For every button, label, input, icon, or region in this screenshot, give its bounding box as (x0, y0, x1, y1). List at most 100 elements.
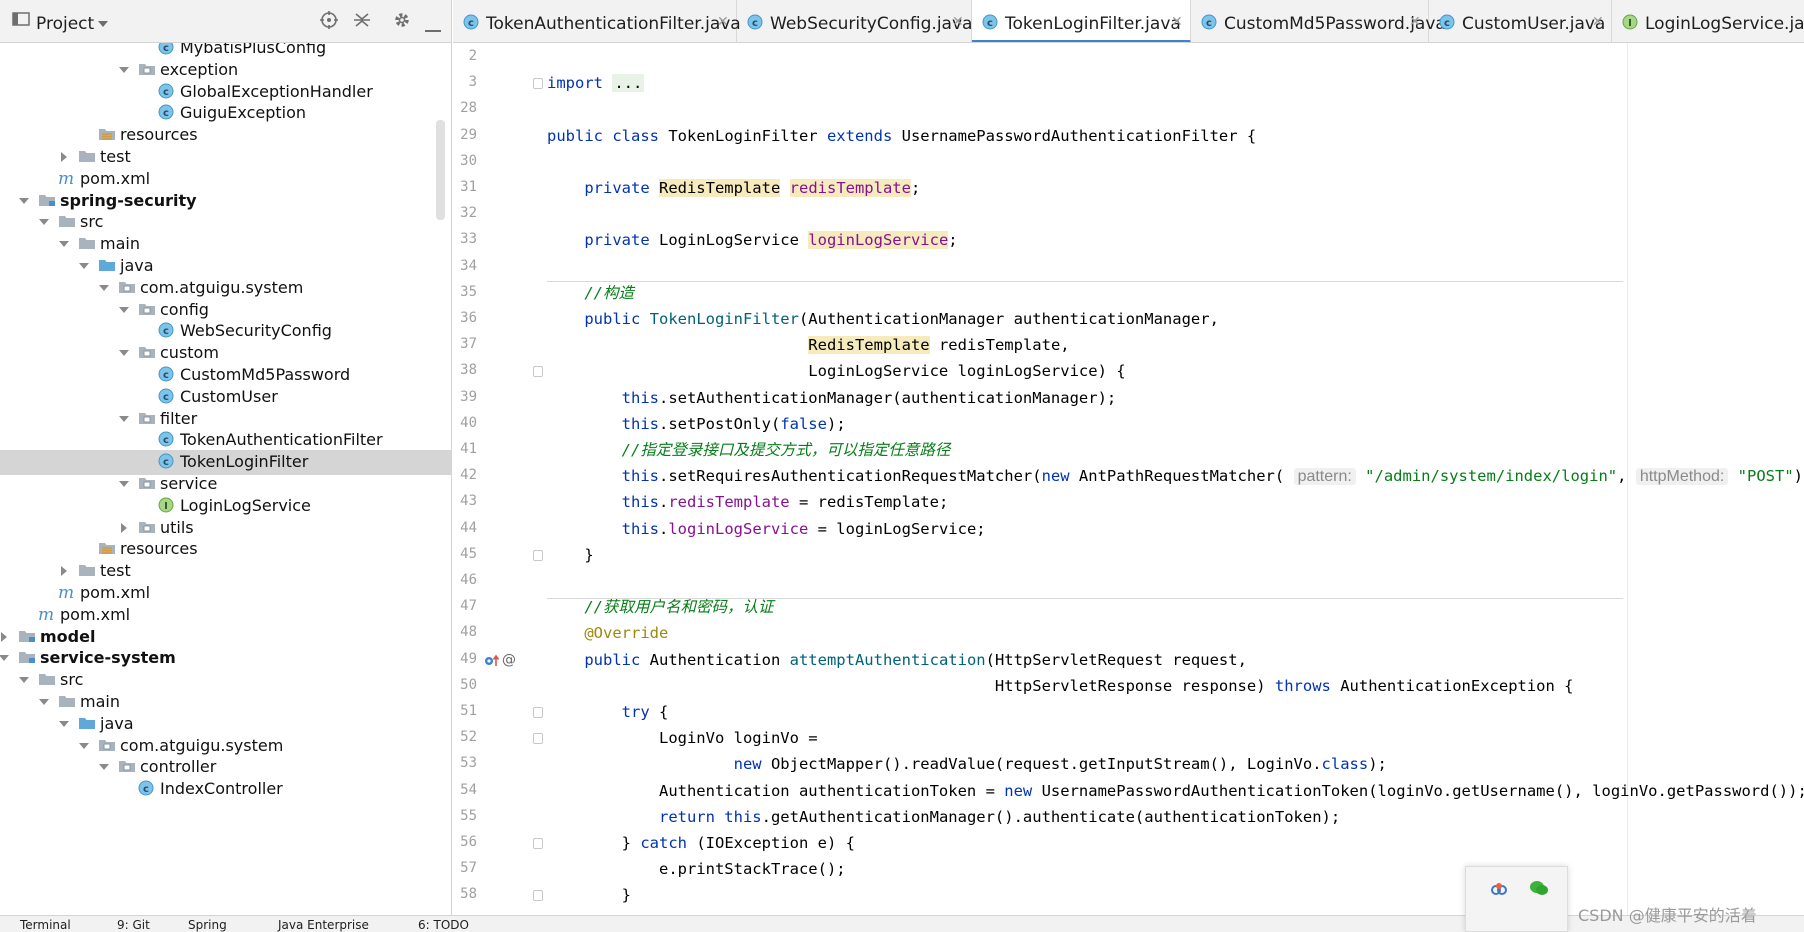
code-token: public class (547, 126, 669, 145)
expand-arrow-down-icon[interactable] (78, 258, 90, 274)
hide-icon[interactable] (425, 19, 441, 37)
expand-arrow-down-icon[interactable] (18, 193, 30, 209)
tree-scrollbar[interactable] (436, 120, 445, 220)
close-icon[interactable]: ✕ (1171, 14, 1183, 30)
code-line[interactable]: //构造 (547, 281, 634, 305)
code-line[interactable]: @Override (547, 621, 668, 645)
class-icon: c (158, 83, 174, 103)
svg-text:c: c (1444, 18, 1450, 29)
expand-arrow-down-icon[interactable] (118, 476, 130, 492)
close-icon[interactable]: ✕ (717, 14, 729, 30)
code-line[interactable]: this.setAuthenticationManager(authentica… (547, 386, 1117, 410)
code-line[interactable]: public class TokenLoginFilter extends Us… (547, 124, 1256, 148)
package-icon (138, 519, 156, 539)
class-icon: c (158, 453, 174, 473)
locate-file-icon[interactable] (319, 10, 339, 34)
code-line[interactable]: private LoginLogService loginLogService; (547, 228, 958, 252)
fold-marker[interactable] (533, 733, 543, 745)
code-line[interactable]: HttpServletResponse response) throws Aut… (547, 674, 1574, 698)
annotation-at-icon[interactable]: @ (502, 652, 516, 668)
expand-arrow-down-icon[interactable] (118, 302, 130, 318)
code-line[interactable]: } catch (IOException e) { (547, 831, 855, 855)
tool-window-button[interactable]: Terminal (20, 918, 71, 932)
code-line[interactable]: this.loginLogService = loginLogService; (547, 517, 986, 541)
editor-tab[interactable]: I LoginLogService.java (1612, 0, 1804, 42)
code-line[interactable]: //获取用户名和密码，认证 (547, 595, 773, 619)
editor-tab[interactable]: c CustomUser.java ✕ (1429, 0, 1612, 42)
code-line[interactable]: this.setRequiresAuthenticationRequestMat… (547, 464, 1804, 488)
expand-arrow-down-icon[interactable] (118, 411, 130, 427)
code-line[interactable]: RedisTemplate redisTemplate, (547, 333, 1070, 357)
code-editor[interactable]: @ 2 3 28 29 30 31 32 33 34 35 36 37 38 39 40 41 42 43 44 45… (453, 43, 1804, 915)
expand-arrow-right-icon[interactable] (58, 149, 70, 165)
project-view-icon[interactable] (12, 10, 30, 32)
code-line[interactable]: //指定登录接口及提交方式，可以指定任意路径 (547, 438, 951, 462)
expand-arrow-down-icon[interactable] (78, 738, 90, 754)
fold-marker[interactable] (533, 78, 543, 90)
expand-arrow-down-icon[interactable] (58, 236, 70, 252)
code-line[interactable]: private RedisTemplate redisTemplate; (547, 176, 920, 200)
chevron-down-icon[interactable] (97, 15, 109, 33)
code-line[interactable]: new ObjectMapper().readValue(request.get… (547, 752, 1387, 776)
cloud-icon[interactable] (1489, 881, 1509, 901)
tree-item[interactable]: c IndexController (0, 777, 451, 802)
fold-marker[interactable] (533, 838, 543, 849)
close-icon[interactable]: ✕ (1592, 14, 1604, 30)
expand-arrow-down-icon[interactable] (98, 759, 110, 775)
fold-marker[interactable] (533, 549, 543, 561)
editor-tab[interactable]: c TokenLoginFilter.java ✕ (972, 0, 1191, 42)
project-tree[interactable]: c MybatisPlusConfig exception c GlobalExcept… (0, 43, 451, 915)
editor-tab[interactable]: c CustomMd5Password.java ✕ (1191, 0, 1446, 42)
editor-tab[interactable]: c WebSecurityConfig.java ✕ (737, 0, 972, 42)
wechat-icon[interactable] (1529, 879, 1549, 901)
fold-marker[interactable] (533, 707, 543, 718)
source-folder-icon (78, 715, 96, 735)
code-line[interactable]: public Authentication attemptAuthenticat… (547, 648, 1247, 672)
tool-window-button[interactable]: 6: TODO (418, 918, 469, 932)
expand-arrow-down-icon[interactable] (118, 345, 130, 361)
code-line[interactable]: try { (547, 700, 669, 724)
code-line[interactable]: LoginLogService loginLogService) { (547, 359, 1125, 383)
tool-window-button[interactable]: Spring (188, 918, 227, 932)
close-icon[interactable]: ✕ (1409, 14, 1421, 30)
expand-arrow-down-icon[interactable] (38, 214, 50, 230)
expand-arrow-down-icon[interactable] (98, 280, 110, 296)
code-token: (AuthenticationManager authenticationMan… (798, 310, 1219, 328)
expand-arrow-down-icon[interactable] (58, 716, 70, 732)
code-line[interactable]: LoginVo loginVo = (547, 726, 818, 750)
close-icon[interactable]: ✕ (952, 14, 964, 30)
code-line[interactable]: import ... (547, 71, 645, 95)
overridden-method-icon[interactable] (484, 654, 500, 672)
code-line[interactable]: public TokenLoginFilter(AuthenticationMa… (547, 307, 1219, 331)
code-line[interactable]: this.setPostOnly(false); (547, 412, 846, 436)
tool-window-button[interactable]: 9: Git (117, 918, 150, 932)
code-line[interactable]: Authentication authenticationToken = new… (547, 779, 1804, 803)
tree-item-label: java (120, 256, 154, 275)
expand-arrow-down-icon[interactable] (38, 694, 50, 710)
gear-icon[interactable] (392, 10, 412, 34)
code-token: .setPostOnly( (658, 414, 781, 433)
expand-arrow-down-icon[interactable] (18, 672, 30, 688)
code-line[interactable]: } (547, 543, 593, 567)
collapse-all-icon[interactable] (352, 10, 372, 34)
code-token: private (547, 231, 659, 250)
expand-arrow-down-icon[interactable] (118, 62, 130, 78)
expand-arrow-right-icon[interactable] (118, 520, 130, 536)
code-line[interactable]: } (547, 883, 631, 907)
expand-arrow-right-icon[interactable] (58, 563, 70, 579)
code-line[interactable]: e.printStackTrace(); (547, 857, 846, 881)
editor-tab[interactable]: c TokenAuthenticationFilter.java ✕ (453, 0, 741, 42)
expand-arrow-down-icon[interactable] (0, 650, 10, 666)
fold-marker[interactable] (533, 890, 543, 902)
class-icon: c (982, 14, 998, 34)
tool-window-button[interactable]: Java Enterprise (278, 918, 369, 932)
fold-marker[interactable] (533, 366, 543, 378)
floating-widget[interactable] (1465, 866, 1568, 932)
expand-arrow-right-icon[interactable] (0, 629, 10, 645)
code-line[interactable]: return this.getAuthenticationManager().a… (547, 805, 1340, 829)
watermark: CSDN @健康平安的活着 (1578, 906, 1757, 925)
project-view-title[interactable]: Project (36, 14, 94, 34)
class-icon: c (158, 366, 174, 386)
code-line[interactable]: this.redisTemplate = redisTemplate; (547, 490, 949, 514)
